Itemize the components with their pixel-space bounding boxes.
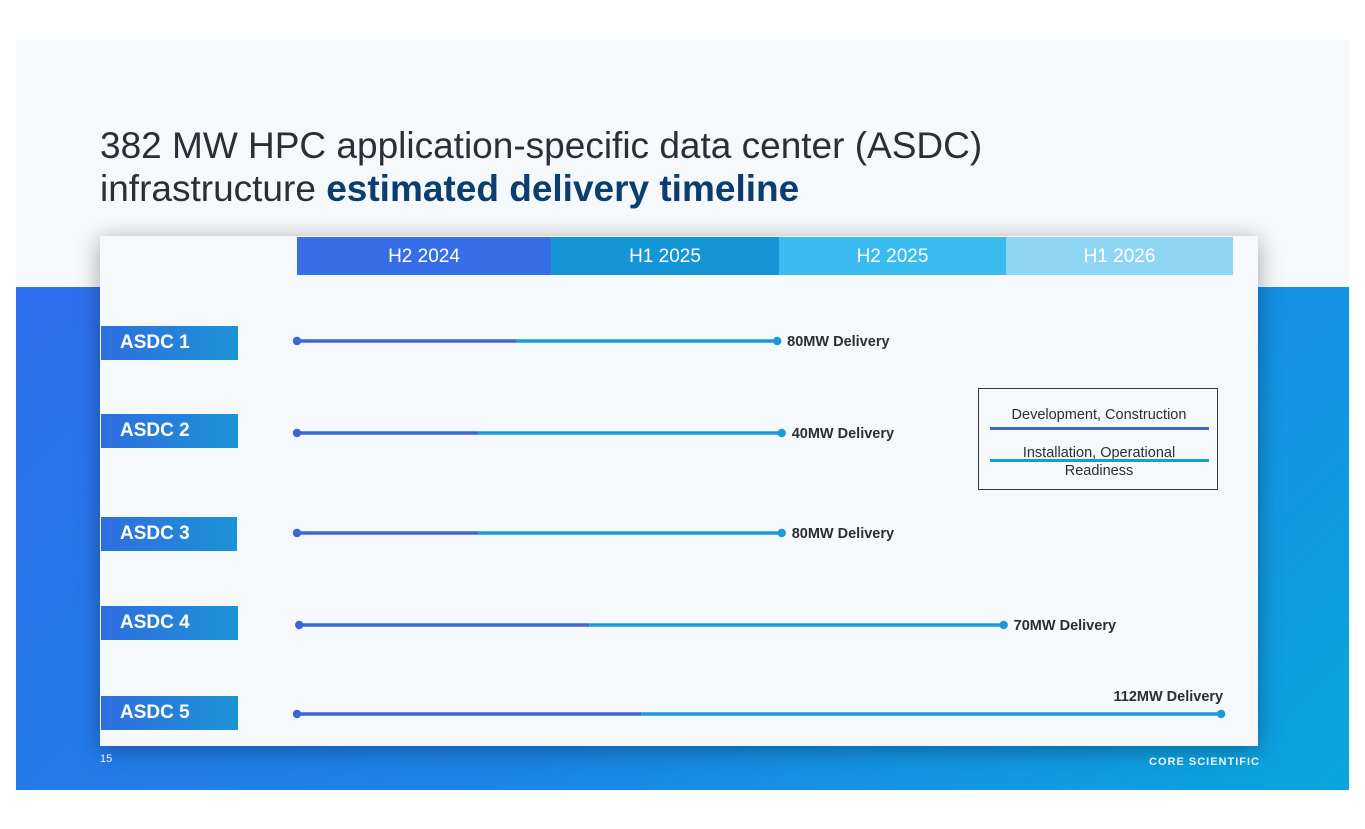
asdc-3-end-point xyxy=(777,528,786,538)
legend: Development, Construction Installation, … xyxy=(978,388,1218,490)
timeline-card: H2 2024 H1 2025 H2 2025 H1 2026 ASDC 1 A… xyxy=(100,236,1258,746)
asdc-4-end-point xyxy=(999,620,1008,630)
asdc-1-end-point xyxy=(772,336,782,346)
asdc-2-end-point xyxy=(777,428,786,438)
legend-swatch-installation xyxy=(990,459,1209,462)
asdc-1-delivery-label: 80MW Delivery xyxy=(787,334,889,350)
asdc-2-delivery-label: 40MW Delivery xyxy=(792,426,894,442)
asdc-4-start-point xyxy=(295,620,304,630)
title-line-2: infrastructure xyxy=(100,168,327,209)
asdc-2-start-point xyxy=(292,428,302,438)
asdc-5-delivery-label: 112MW Delivery xyxy=(1113,689,1223,705)
legend-label-development: Development, Construction xyxy=(1011,407,1187,423)
timeline-plot: 80MW Delivery 40MW Delivery 80MW Delivery 7… xyxy=(292,334,1226,719)
legend-swatch-development xyxy=(990,427,1209,430)
asdc-5-start-point xyxy=(292,709,302,719)
asdc-3-start-point xyxy=(292,528,302,538)
asdc-5-end-point xyxy=(1216,709,1226,719)
title-line-1: 382 MW HPC application-specific data cen… xyxy=(100,125,983,166)
asdc-3-delivery-label: 80MW Delivery xyxy=(792,526,894,542)
legend-label-installation: Installation, Operational Readiness xyxy=(1022,445,1176,479)
page-number: 15 xyxy=(100,753,113,765)
slide-title: 382 MW HPC application-specific data cen… xyxy=(100,124,1200,210)
slide: 382 MW HPC application-specific data cen… xyxy=(16,40,1349,790)
asdc-1-start-point xyxy=(292,336,302,346)
asdc-4-delivery-label: 70MW Delivery xyxy=(1014,618,1116,634)
brand-logo: CORE SCIENTIFIC xyxy=(1149,756,1260,768)
title-emphasis: estimated delivery timeline xyxy=(326,168,800,209)
